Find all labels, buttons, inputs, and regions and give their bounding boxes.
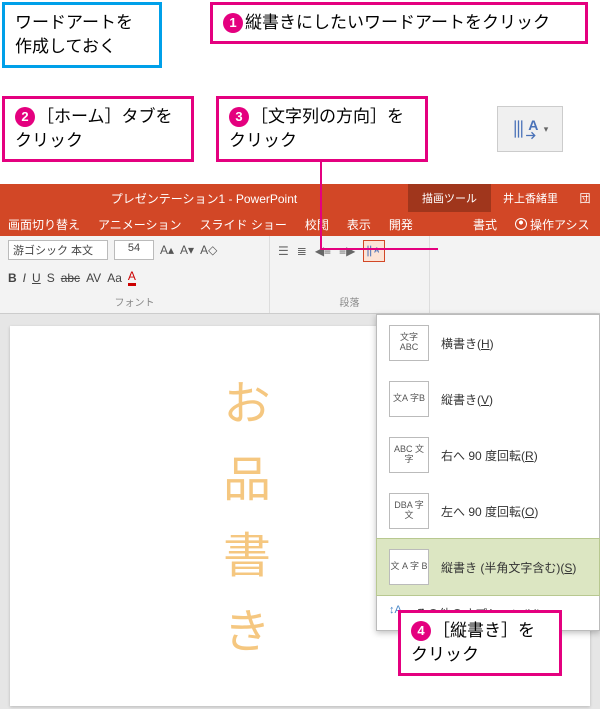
text-direction-hint-icon: A ▾ bbox=[497, 106, 563, 152]
font-name-combo[interactable]: 游ゴシック 本文 bbox=[8, 240, 108, 260]
dropdown-item-rotate-right[interactable]: ABC 文字 右へ 90 度回転(R) bbox=[377, 427, 599, 483]
tab-developer[interactable]: 開発 bbox=[389, 216, 413, 233]
shadow-button[interactable]: S bbox=[47, 271, 55, 285]
ribbon-tabs: 画面切り替え アニメーション スライド ショー 校閲 表示 開発 書式 操作アシ… bbox=[0, 212, 600, 236]
underline-button[interactable]: U bbox=[32, 271, 41, 285]
font-size-combo[interactable]: 54 bbox=[114, 240, 154, 260]
bullets-button[interactable]: ☰ bbox=[278, 244, 289, 258]
indent-increase-button[interactable]: ≡▶ bbox=[339, 244, 355, 258]
tell-me-assist[interactable]: 操作アシス bbox=[515, 216, 590, 233]
window-title: プレゼンテーション1 - PowerPoint bbox=[0, 190, 408, 207]
wordart-vertical-text[interactable]: お品書き bbox=[206, 378, 276, 682]
drawing-tools-label: 描画ツール bbox=[408, 184, 491, 212]
text-direction-dropdown: 文字 ABC 横書き(H) 文A 字B 縦書き(V) ABC 文字 右へ 90 … bbox=[376, 314, 600, 631]
grow-font-button[interactable]: A▴ bbox=[160, 243, 174, 257]
dropdown-item-vertical-halfwidth[interactable]: 文 A 字 B 縦書き (半角文字含む)(S) bbox=[377, 539, 599, 595]
tab-review[interactable]: 校閲 bbox=[305, 216, 329, 233]
pointer-line bbox=[320, 248, 438, 250]
horizontal-icon: 文字 ABC bbox=[389, 325, 429, 361]
text-direction-button[interactable]: A bbox=[363, 240, 385, 262]
tab-view[interactable]: 表示 bbox=[347, 216, 371, 233]
user-name: 井上香緒里 bbox=[491, 190, 570, 206]
tab-animations[interactable]: アニメーション bbox=[98, 216, 182, 233]
dropdown-item-rotate-left[interactable]: DBA 字文 左へ 90 度回転(O) bbox=[377, 483, 599, 539]
callout-step2: 2［ホーム］タブをクリック bbox=[2, 96, 194, 162]
callout-step3: 3［文字列の方向］をクリック bbox=[216, 96, 428, 162]
shrink-font-button[interactable]: A▾ bbox=[180, 243, 194, 257]
step-number-1: 1 bbox=[223, 13, 243, 33]
numbering-button[interactable]: ≣ bbox=[297, 244, 307, 258]
callout-step1: 1縦書きにしたいワードアートをクリック bbox=[210, 2, 588, 44]
title-bar: プレゼンテーション1 - PowerPoint 描画ツール 井上香緒里 団 bbox=[0, 184, 600, 212]
callout-text-3: ［文字列の方向］をクリック bbox=[229, 107, 404, 150]
callout-prep: ワードアートを作成しておく bbox=[2, 2, 162, 68]
ribbon: 游ゴシック 本文 54 A▴ A▾ A◇ B I U S abc AV Aa A… bbox=[0, 236, 600, 314]
tab-slideshow[interactable]: スライド ショー bbox=[200, 216, 287, 233]
callout-step4: 4［縦書き］をクリック bbox=[398, 610, 562, 676]
dropdown-item-vertical[interactable]: 文A 字B 縦書き(V) bbox=[377, 371, 599, 427]
change-case-button[interactable]: Aa bbox=[107, 271, 122, 285]
pointer-line bbox=[320, 150, 322, 250]
callout-text-1: 縦書きにしたいワードアートをクリック bbox=[245, 13, 550, 32]
vertical-icon: 文A 字B bbox=[389, 381, 429, 417]
dropdown-caret-icon: ▾ bbox=[544, 124, 549, 135]
paragraph-group-label: 段落 bbox=[278, 294, 421, 309]
tab-transitions[interactable]: 画面切り替え bbox=[8, 216, 80, 233]
bold-button[interactable]: B bbox=[8, 271, 17, 285]
step-number-4: 4 bbox=[411, 621, 431, 641]
step-number-3: 3 bbox=[229, 107, 249, 127]
strike-button[interactable]: abc bbox=[61, 271, 80, 285]
font-color-button[interactable]: A bbox=[128, 269, 136, 286]
indent-decrease-button[interactable]: ◀≡ bbox=[315, 244, 331, 258]
rotate-left-icon: DBA 字文 bbox=[389, 493, 429, 529]
step-number-2: 2 bbox=[15, 107, 35, 127]
clear-format-button[interactable]: A◇ bbox=[200, 243, 217, 257]
vertical-halfwidth-icon: 文 A 字 B bbox=[389, 549, 429, 585]
rotate-right-icon: ABC 文字 bbox=[389, 437, 429, 473]
window-control-icon[interactable]: 団 bbox=[570, 190, 600, 206]
dropdown-item-horizontal[interactable]: 文字 ABC 横書き(H) bbox=[377, 315, 599, 371]
callout-text-2: ［ホーム］タブをクリック bbox=[15, 107, 173, 150]
tab-format[interactable]: 書式 bbox=[473, 216, 497, 233]
italic-button[interactable]: I bbox=[23, 271, 26, 285]
font-group: 游ゴシック 本文 54 A▴ A▾ A◇ B I U S abc AV Aa A… bbox=[0, 236, 270, 313]
char-spacing-button[interactable]: AV bbox=[86, 271, 101, 285]
svg-text:A: A bbox=[528, 117, 538, 133]
font-group-label: フォント bbox=[8, 294, 261, 309]
